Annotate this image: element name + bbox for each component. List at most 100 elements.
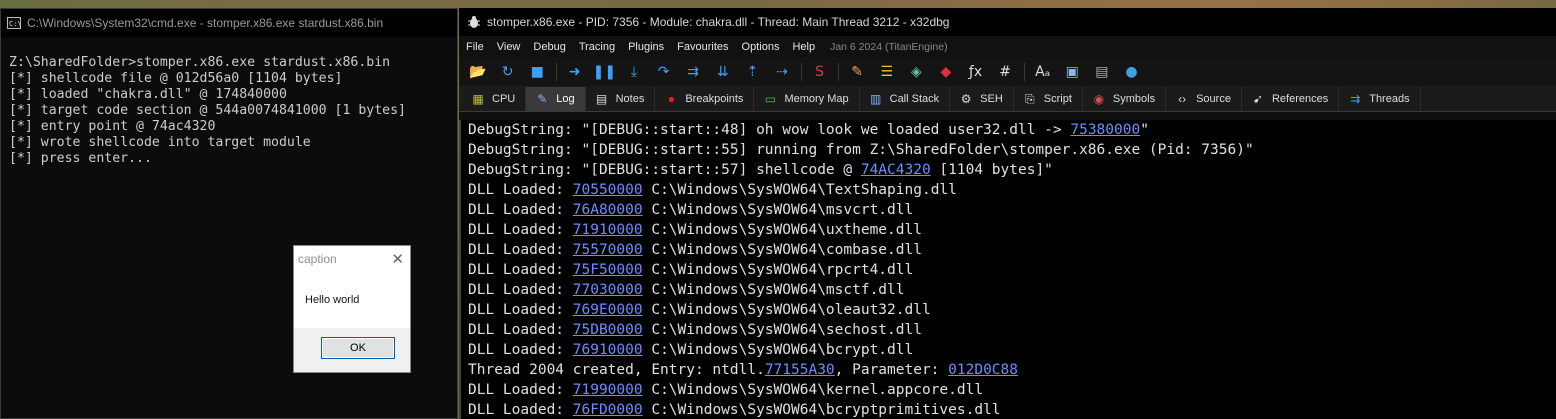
trace-into-icon[interactable]: ⇉ bbox=[682, 61, 704, 83]
build-date: Jan 6 2024 (TitanEngine) bbox=[830, 41, 948, 53]
breakpoint-icon: ● bbox=[667, 92, 675, 106]
close-icon[interactable]: ✕ bbox=[391, 250, 404, 268]
symbols-icon: ◉ bbox=[1093, 92, 1105, 106]
address-link[interactable]: 769E0000 bbox=[573, 302, 643, 318]
log-text: DLL Loaded: bbox=[468, 302, 573, 318]
functions-icon[interactable]: ƒx bbox=[965, 61, 987, 83]
tab-label: Source bbox=[1196, 93, 1231, 105]
log-view[interactable]: DebugString: "[DEBUG::start::48] oh wow … bbox=[459, 120, 1556, 419]
address-link[interactable]: 77030000 bbox=[573, 282, 643, 298]
debugger-window[interactable]: stomper.x86.exe - PID: 7356 - Module: ch… bbox=[459, 8, 1556, 419]
log-text: DLL Loaded: bbox=[468, 262, 573, 278]
comments-icon[interactable]: ☰ bbox=[876, 61, 898, 83]
trace-over-icon[interactable]: ⇊ bbox=[712, 61, 734, 83]
address-link[interactable]: 71910000 bbox=[573, 222, 643, 238]
toolbar-separator bbox=[800, 63, 802, 81]
toolbar-separator bbox=[838, 63, 840, 81]
tab-script[interactable]: ⎘ Script bbox=[1014, 87, 1083, 111]
log-text: DLL Loaded: bbox=[468, 322, 573, 338]
message-box-titlebar[interactable]: caption ✕ bbox=[294, 246, 410, 272]
log-line: DLL Loaded: 71990000 C:\Windows\SysWOW64… bbox=[468, 380, 1556, 400]
address-link[interactable]: 77155A30 bbox=[765, 362, 835, 378]
log-text: DebugString: "[DEBUG::start::57] shellco… bbox=[468, 162, 861, 178]
log-text: C:\Windows\SysWOW64\msctf.dll bbox=[642, 282, 905, 298]
address-link[interactable]: 012D0C88 bbox=[948, 362, 1018, 378]
labels-icon[interactable]: ◈ bbox=[905, 61, 927, 83]
execute-till-return-icon[interactable]: ⇡ bbox=[741, 61, 763, 83]
menu-options[interactable]: Options bbox=[742, 41, 780, 53]
menu-favourites[interactable]: Favourites bbox=[677, 41, 728, 53]
log-text: DLL Loaded: bbox=[468, 402, 573, 418]
run-icon[interactable]: ➜ bbox=[564, 61, 586, 83]
menu-view[interactable]: View bbox=[497, 41, 521, 53]
cmd-titlebar[interactable]: C:\ C:\Windows\System32\cmd.exe - stompe… bbox=[1, 9, 457, 37]
tab-label: Log bbox=[556, 93, 575, 105]
address-link[interactable]: 70550000 bbox=[573, 182, 643, 198]
open-icon[interactable]: 📂 bbox=[467, 61, 489, 83]
scylla-icon[interactable]: S bbox=[809, 61, 831, 83]
tab-label: Memory Map bbox=[784, 93, 849, 105]
tab-label: Notes bbox=[615, 93, 645, 105]
address-link[interactable]: 76910000 bbox=[573, 342, 643, 358]
address-link[interactable]: 76FD0000 bbox=[573, 402, 643, 418]
menu-help[interactable]: Help bbox=[792, 41, 815, 53]
module-icon[interactable]: ▣ bbox=[1061, 61, 1083, 83]
tab-memory-map[interactable]: ▭ Memory Map bbox=[754, 87, 860, 111]
log-text: Thread 2004 created, Entry: ntdll. bbox=[468, 362, 765, 378]
menu-tracing[interactable]: Tracing bbox=[579, 41, 615, 53]
font-icon[interactable]: Aₐ bbox=[1032, 61, 1054, 83]
address-link[interactable]: 75380000 bbox=[1070, 122, 1140, 138]
tab-notes[interactable]: ▤ Notes bbox=[586, 87, 656, 111]
tab-symbols[interactable]: ◉ Symbols bbox=[1083, 87, 1167, 111]
menu-plugins[interactable]: Plugins bbox=[628, 41, 664, 53]
bookmarks-icon[interactable]: ◆ bbox=[935, 61, 957, 83]
patch-icon[interactable]: ✎ bbox=[846, 61, 868, 83]
stop-icon[interactable]: ■ bbox=[526, 61, 548, 83]
tab-log[interactable]: ✎ Log bbox=[526, 87, 586, 111]
address-link[interactable]: 75570000 bbox=[573, 242, 643, 258]
hash-icon[interactable]: # bbox=[994, 61, 1016, 83]
menu-debug[interactable]: Debug bbox=[533, 41, 565, 53]
console-line: Z:\SharedFolder>stomper.x86.exe stardust… bbox=[9, 55, 391, 70]
log-text: C:\Windows\SysWOW64\uxtheme.dll bbox=[642, 222, 922, 238]
tab-call-stack[interactable]: ▥ Call Stack bbox=[860, 87, 951, 111]
message-box-text: Hello world bbox=[305, 294, 360, 306]
pause-icon[interactable]: ❚❚ bbox=[593, 61, 616, 83]
menu-bar: File View Debug Tracing Plugins Favourites Opt… bbox=[459, 36, 1556, 58]
address-link[interactable]: 75DB0000 bbox=[573, 322, 643, 338]
ok-button[interactable]: OK bbox=[321, 337, 395, 359]
seh-icon: ⚙ bbox=[960, 92, 972, 106]
step-over-icon[interactable]: ↷ bbox=[653, 61, 675, 83]
message-box[interactable]: caption ✕ Hello world OK bbox=[293, 245, 411, 373]
tab-label: References bbox=[1271, 93, 1329, 105]
call-stack-icon: ▥ bbox=[869, 92, 882, 106]
address-link[interactable]: 76A80000 bbox=[573, 202, 643, 218]
toolbar-separator bbox=[1023, 63, 1025, 81]
tab-seh[interactable]: ⚙ SEH bbox=[950, 87, 1014, 111]
address-link[interactable]: 71990000 bbox=[573, 382, 643, 398]
tab-label: Breakpoints bbox=[685, 93, 744, 105]
tab-cpu[interactable]: ▦ CPU bbox=[462, 87, 527, 111]
log-text: DLL Loaded: bbox=[468, 382, 573, 398]
console-line: [*] target code section @ 544a0074841000… bbox=[9, 103, 406, 118]
menu-file[interactable]: File bbox=[466, 41, 484, 53]
message-box-footer: OK bbox=[294, 328, 410, 372]
tab-breakpoints[interactable]: ● Breakpoints bbox=[655, 87, 755, 111]
address-link[interactable]: 74AC4320 bbox=[861, 162, 931, 178]
address-link[interactable]: 75F50000 bbox=[573, 262, 643, 278]
cmd-console-output[interactable]: Z:\SharedFolder>stomper.x86.exe stardust… bbox=[1, 37, 457, 167]
threads-icon: ⇉ bbox=[1350, 92, 1361, 106]
step-into-icon[interactable]: ⤓ bbox=[623, 61, 645, 83]
tab-references[interactable]: ➹ References bbox=[1242, 87, 1340, 111]
log-line: DLL Loaded: 71910000 C:\Windows\SysWOW64… bbox=[468, 220, 1556, 240]
debugger-titlebar[interactable]: stomper.x86.exe - PID: 7356 - Module: ch… bbox=[459, 8, 1556, 36]
tab-label: Script bbox=[1043, 93, 1072, 105]
tab-threads[interactable]: ⇉ Threads bbox=[1339, 87, 1421, 111]
restart-icon[interactable]: ↻ bbox=[497, 61, 519, 83]
run-to-user-code-icon[interactable]: ⇢ bbox=[771, 61, 793, 83]
globe-icon[interactable]: ● bbox=[1120, 61, 1142, 83]
log-text: DLL Loaded: bbox=[468, 242, 573, 258]
tab-source[interactable]: ‹› Source bbox=[1166, 87, 1242, 111]
references-icon: ➹ bbox=[1252, 92, 1263, 106]
calculator-icon[interactable]: ▤ bbox=[1091, 61, 1113, 83]
